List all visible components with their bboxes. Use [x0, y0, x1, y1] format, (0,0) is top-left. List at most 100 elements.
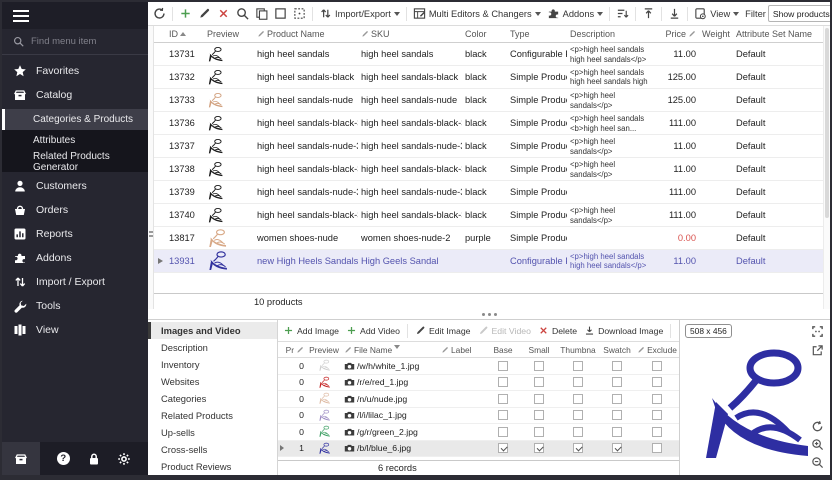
column-header-price[interactable]: Price [657, 29, 699, 39]
thumbnail-checkbox[interactable] [573, 377, 583, 387]
sidebar-item-view[interactable]: View [2, 318, 148, 342]
column-header-position[interactable]: Pr [286, 345, 306, 355]
tab-inventory[interactable]: Inventory [148, 356, 277, 373]
add-product-button[interactable] [177, 5, 194, 22]
sidebar-search[interactable] [2, 29, 148, 55]
small-checkbox[interactable] [534, 443, 544, 453]
add-video-button[interactable]: Add Video [344, 323, 402, 338]
column-header-weight[interactable]: Weight [699, 29, 733, 39]
zoom-out-icon[interactable] [811, 456, 824, 469]
product-row[interactable]: 13736 high heel sandals-black-36 high he… [154, 112, 823, 135]
sort-button[interactable] [614, 5, 631, 22]
horizontal-splitter[interactable] [148, 309, 830, 319]
download-image-button[interactable]: Download Image [582, 323, 665, 338]
column-header-product-name[interactable]: Product Name [254, 29, 358, 39]
edit-image-button[interactable]: Edit Image [413, 323, 473, 338]
external-link-icon[interactable] [811, 344, 824, 357]
gear-icon[interactable] [117, 452, 131, 466]
sidebar-item-import-export[interactable]: Import / Export [2, 270, 148, 294]
product-row[interactable]: 13738 high heel sandals-black-37 high he… [154, 158, 823, 181]
column-header-exclude[interactable]: Exclude [635, 345, 679, 355]
small-checkbox[interactable] [534, 394, 544, 404]
add-image-button[interactable]: Add Image [281, 323, 341, 338]
addons-menu[interactable]: Addons [545, 5, 606, 22]
menu-search-input[interactable] [31, 36, 131, 47]
store-button[interactable] [2, 442, 40, 475]
column-header-thumbnail[interactable]: Thumbna [557, 345, 599, 355]
image-row[interactable]: 0 /l/i/lilac_1.jpg [278, 408, 679, 425]
help-icon[interactable]: ? [57, 452, 70, 465]
product-row[interactable]: 13817 women shoes-nude women shoes-nude-… [154, 227, 823, 250]
zoom-in-icon[interactable] [811, 438, 824, 451]
exclude-checkbox[interactable] [652, 410, 662, 420]
column-header-sku[interactable]: SKU [358, 29, 462, 39]
column-header-preview[interactable]: Preview [204, 29, 254, 39]
tab-description[interactable]: Description [148, 339, 277, 356]
image-row[interactable]: 0 /w/h/white_1.jpg [278, 358, 679, 375]
scrollbar-thumb[interactable] [825, 28, 829, 218]
collapse-button[interactable] [666, 5, 683, 22]
exclude-checkbox[interactable] [652, 377, 662, 387]
base-checkbox[interactable] [498, 361, 508, 371]
multi-editors-menu[interactable]: Multi Editors & Changers [411, 5, 543, 22]
refresh-button[interactable] [151, 5, 168, 22]
base-checkbox[interactable] [498, 394, 508, 404]
base-checkbox[interactable] [498, 410, 508, 420]
sidebar-item-favorites[interactable]: Favorites [2, 59, 148, 83]
exclude-checkbox[interactable] [652, 394, 662, 404]
paste-button[interactable] [291, 5, 308, 22]
image-row-selected[interactable]: 1 /b/l/blue_6.jpg [278, 441, 679, 458]
small-checkbox[interactable] [534, 361, 544, 371]
swatch-checkbox[interactable] [612, 443, 622, 453]
column-header-description[interactable]: Description [567, 29, 657, 39]
vertical-splitter[interactable] [148, 26, 154, 309]
exclude-checkbox[interactable] [652, 427, 662, 437]
product-row[interactable]: 13740 high heel sandals-black-38 high he… [154, 204, 823, 227]
delete-product-button[interactable] [215, 5, 232, 22]
expand-button[interactable] [640, 5, 657, 22]
column-header-id[interactable]: ID [166, 29, 204, 39]
image-row[interactable]: 0 /r/e/red_1.jpg [278, 375, 679, 392]
exclude-checkbox[interactable] [652, 443, 662, 453]
sidebar-item-categories-products[interactable]: Categories & Products [2, 109, 148, 130]
lock-icon[interactable] [87, 452, 101, 466]
swatch-checkbox[interactable] [612, 410, 622, 420]
column-header-small[interactable]: Small [521, 345, 557, 355]
swatch-checkbox[interactable] [612, 377, 622, 387]
thumbnail-checkbox[interactable] [573, 443, 583, 453]
swatch-checkbox[interactable] [612, 394, 622, 404]
tab-images-and-video[interactable]: Images and Video [148, 322, 277, 339]
sidebar-item-tools[interactable]: Tools [2, 294, 148, 318]
thumbnail-checkbox[interactable] [573, 410, 583, 420]
column-header-base[interactable]: Base [485, 345, 521, 355]
thumbnail-checkbox[interactable] [573, 394, 583, 404]
hamburger-menu-icon[interactable] [13, 15, 29, 17]
product-row[interactable]: 13733 high heel sandals-nude high heel s… [154, 89, 823, 112]
column-header-attribute-set[interactable]: Attribute Set Name [733, 29, 823, 39]
tab-cross-sells[interactable]: Cross-sells [148, 441, 277, 458]
column-header-color[interactable]: Color [462, 29, 507, 39]
small-checkbox[interactable] [534, 377, 544, 387]
thumbnail-checkbox[interactable] [573, 361, 583, 371]
small-checkbox[interactable] [534, 410, 544, 420]
sidebar-item-catalog[interactable]: Catalog [2, 83, 148, 107]
copy-button[interactable] [253, 5, 270, 22]
exclude-checkbox[interactable] [652, 361, 662, 371]
column-header-preview[interactable]: Preview [306, 345, 342, 355]
column-header-file-name[interactable]: File Name [342, 345, 439, 355]
base-checkbox[interactable] [498, 377, 508, 387]
base-checkbox[interactable] [498, 427, 508, 437]
product-row[interactable]: 13731 high heel sandals high heel sandal… [154, 43, 823, 66]
thumbnail-checkbox[interactable] [573, 427, 583, 437]
sidebar-item-customers[interactable]: Customers [2, 174, 148, 198]
product-row[interactable]: 13739 high heel sandals-nude-37 high hee… [154, 181, 823, 204]
image-row[interactable]: 0 /n/u/nude.jpg [278, 391, 679, 408]
base-checkbox[interactable] [498, 443, 508, 453]
filter-select[interactable]: Show products from selected categories [768, 5, 830, 22]
sidebar-item-orders[interactable]: Orders [2, 198, 148, 222]
column-header-swatch[interactable]: Swatch [599, 345, 635, 355]
tab-product-reviews[interactable]: Product Reviews [148, 458, 277, 475]
view-menu[interactable]: View [692, 5, 741, 22]
sidebar-item-attributes[interactable]: Attributes [2, 130, 148, 151]
sidebar-item-addons[interactable]: Addons [2, 246, 148, 270]
